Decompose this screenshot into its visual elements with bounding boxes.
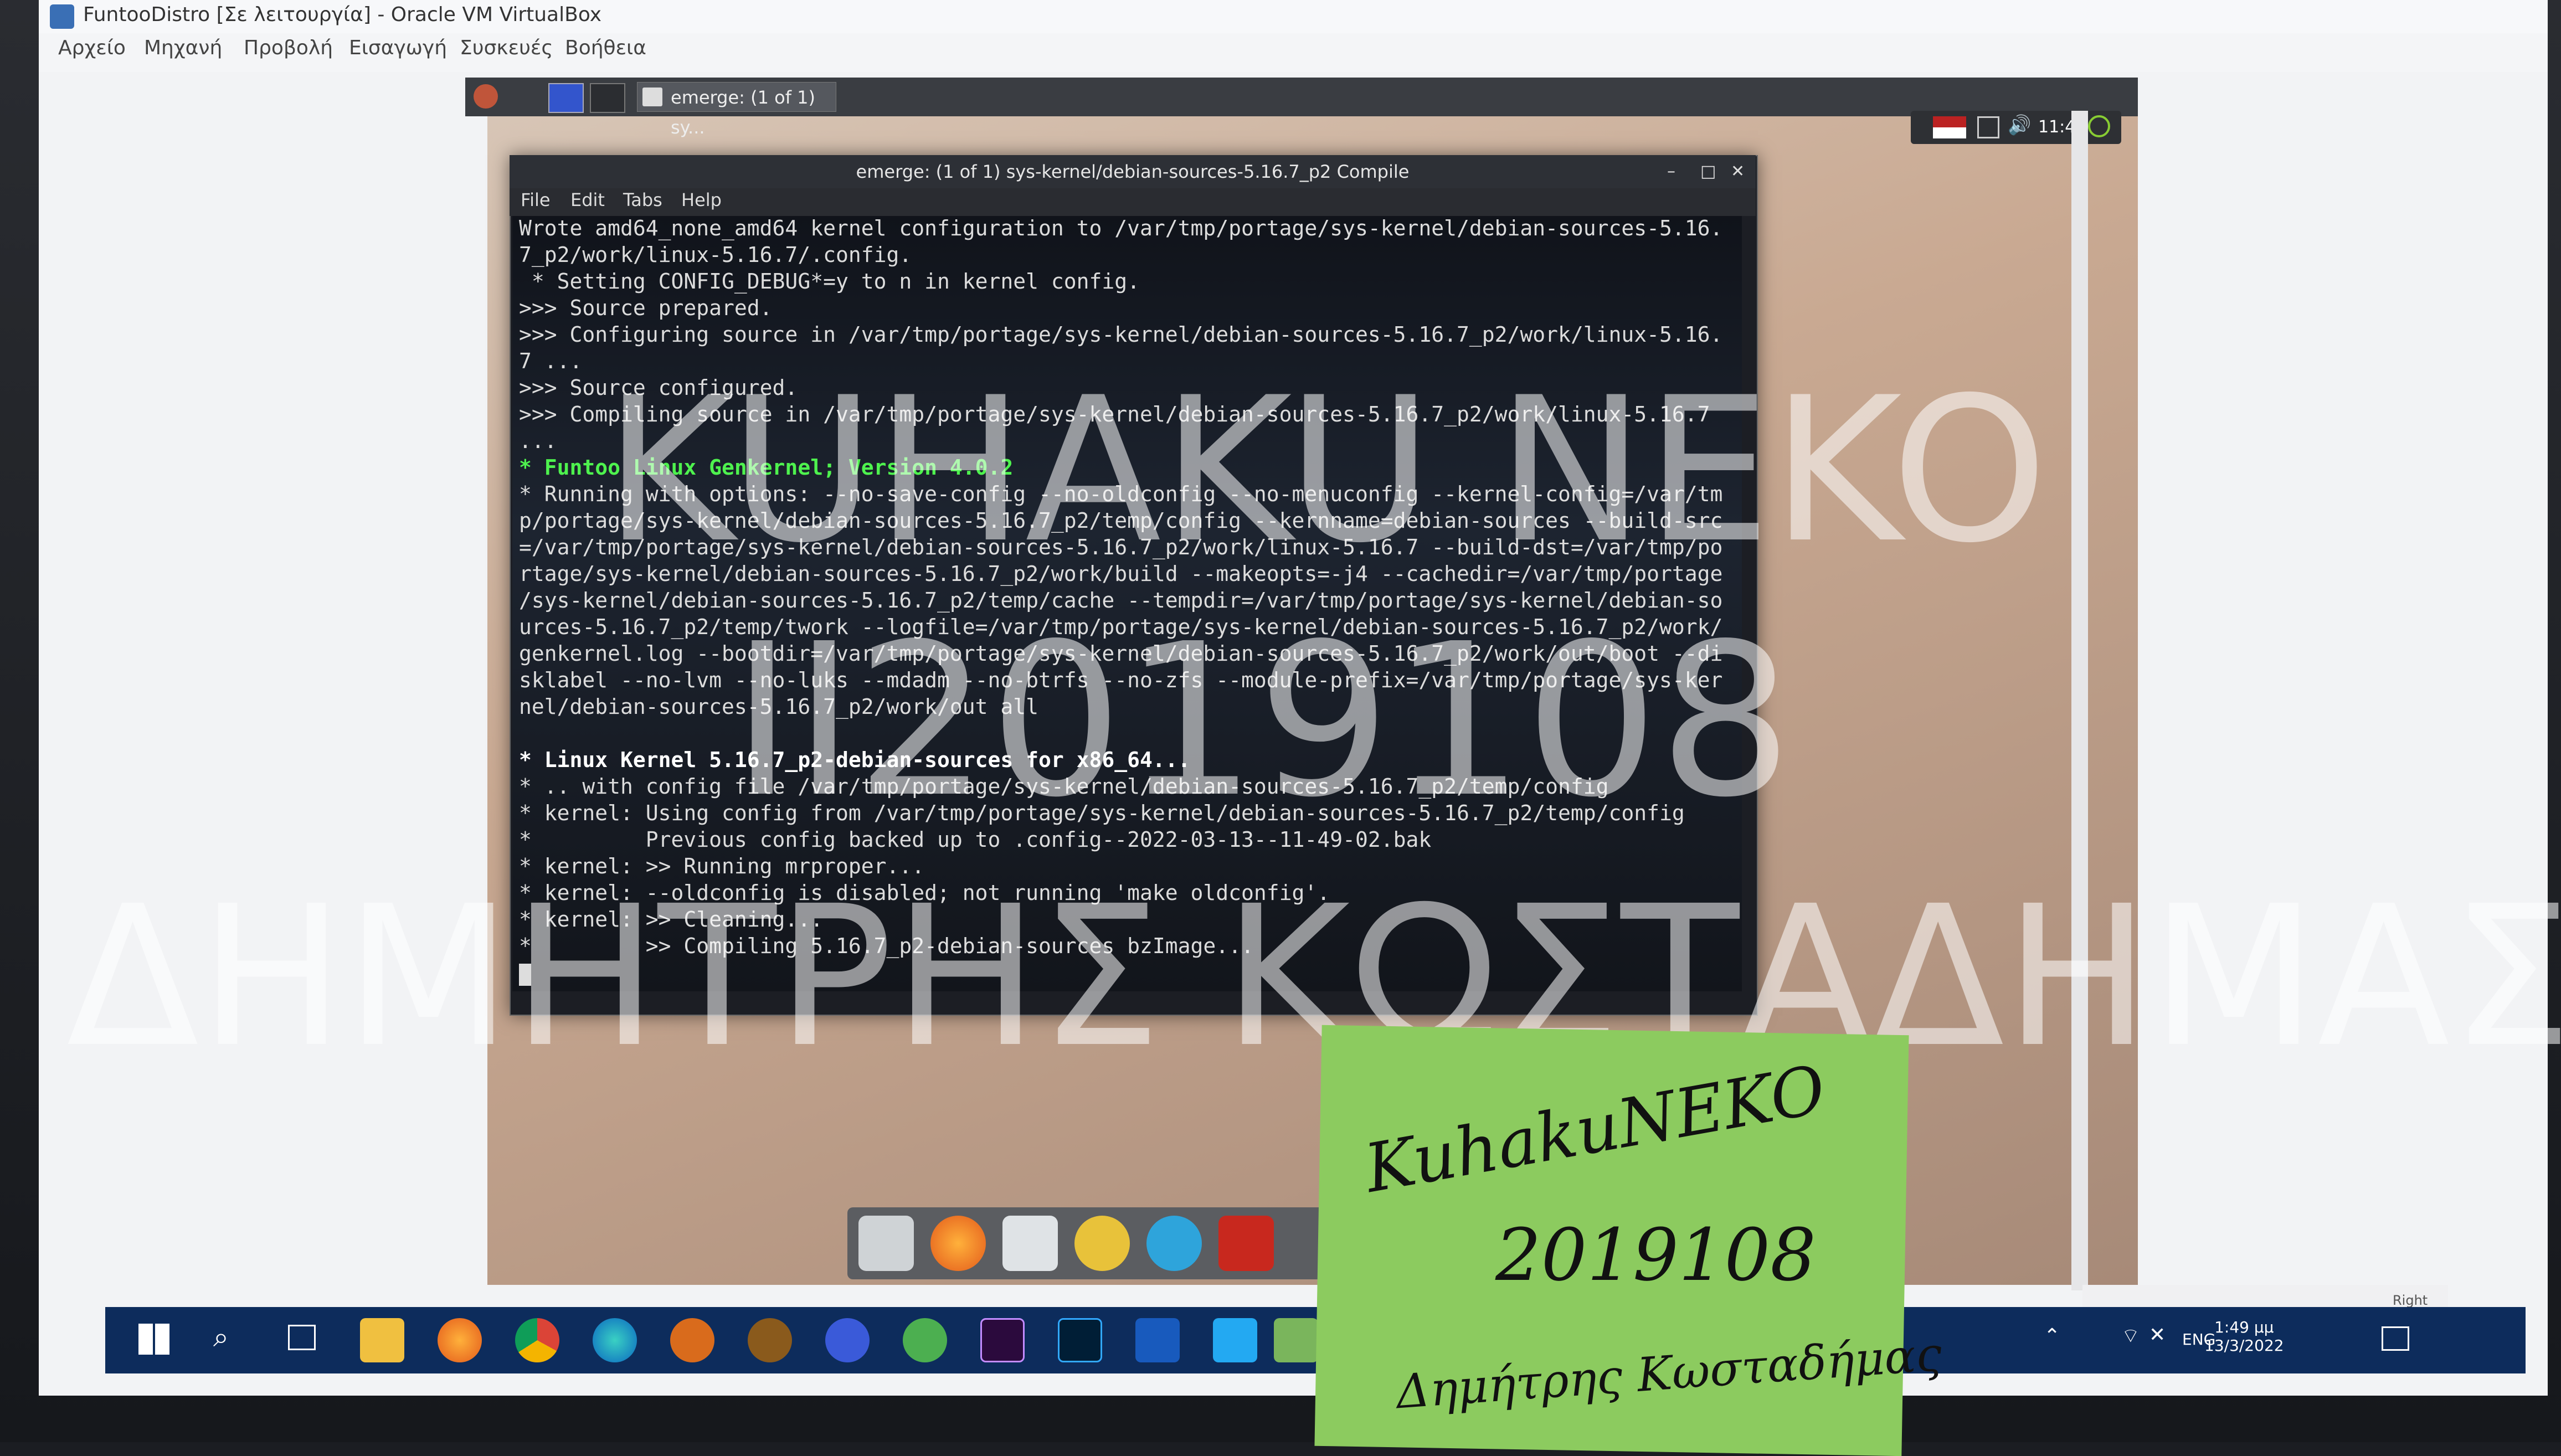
menu-input[interactable]: Εισαγωγή	[349, 37, 447, 59]
terminal-line: * Setting CONFIG_DEBUG*=y to n in kernel…	[519, 269, 1140, 294]
chevron-up-icon[interactable]: ⌃	[2044, 1325, 2060, 1347]
firefox-icon[interactable]	[930, 1216, 986, 1271]
us-flag-icon[interactable]	[1933, 116, 1966, 138]
terminal-menu-edit[interactable]: Edit	[570, 189, 605, 210]
terminal-menu-file[interactable]: File	[521, 189, 551, 210]
telegram-icon[interactable]	[1146, 1216, 1202, 1271]
funtoo-menu-icon[interactable]	[474, 84, 498, 109]
volume-icon[interactable]: 🔊	[2008, 114, 2031, 136]
filezilla-icon[interactable]	[1218, 1216, 1274, 1271]
app-icon-2[interactable]	[748, 1318, 792, 1362]
task-view-icon[interactable]	[288, 1325, 316, 1350]
windows-start-icon[interactable]	[138, 1324, 169, 1355]
watermark-line-2: II2019108	[731, 598, 1793, 843]
workspace-1-icon[interactable]	[548, 83, 584, 113]
terminal-line: ...	[519, 429, 557, 453]
terminal-line: >>> Source prepared.	[519, 296, 773, 320]
vscode-icon[interactable]	[1213, 1318, 1257, 1362]
terminal-line: >>> Configuring source in /var/tmp/porta…	[519, 322, 1723, 347]
premiere-icon[interactable]	[980, 1318, 1025, 1362]
watermark-line-1: KUHAKU NEKO	[604, 354, 2048, 586]
terminal-menu-tabs[interactable]: Tabs	[623, 189, 662, 210]
drive-icon[interactable]	[858, 1216, 914, 1271]
menu-machine[interactable]: Μηχανή	[144, 37, 222, 59]
menu-help[interactable]: Βοήθεια	[565, 37, 646, 59]
vm-scrollbar[interactable]	[2071, 111, 2088, 1290]
teapot-icon[interactable]	[1074, 1216, 1130, 1271]
chrome-icon[interactable]	[515, 1318, 559, 1362]
note-line-2: 2019108	[1495, 1213, 1816, 1297]
menu-view[interactable]: Προβολή	[244, 37, 333, 59]
clock-time: 1:49 μμ	[2214, 1318, 2274, 1336]
taskbar-emerge-window[interactable]: emerge: (1 of 1) sy...	[637, 82, 836, 138]
terminal-close-icon[interactable]: ✕	[1731, 162, 1745, 181]
virtualbox-icon	[50, 4, 74, 29]
notification-icon[interactable]	[2382, 1326, 2409, 1351]
app-icon-5[interactable]	[1274, 1318, 1318, 1362]
photoshop-icon[interactable]	[1058, 1318, 1102, 1362]
menu-devices[interactable]: Συσκευές	[460, 37, 553, 59]
watermark-line-3: ΔΗΜΗΤΡΗΣ ΚΩΣΤΑΔΗΜΑΣ	[66, 864, 2561, 1090]
terminal-line: 7 ...	[519, 349, 583, 373]
mute-icon[interactable]: ✕	[2149, 1324, 2166, 1346]
file-explorer-icon[interactable]	[360, 1318, 404, 1362]
app-icon-3[interactable]	[825, 1318, 870, 1362]
terminal-minimize-icon[interactable]: –	[1667, 162, 1675, 181]
search-icon[interactable]: ⌕	[213, 1321, 229, 1354]
system-clock[interactable]: 1:49 μμ 13/3/2022	[2204, 1318, 2284, 1355]
firefox-taskbar-icon[interactable]	[438, 1318, 482, 1362]
edge-icon[interactable]	[593, 1318, 637, 1362]
wifi-icon[interactable]: ⌔	[2121, 1324, 2140, 1349]
menu-file[interactable]: Αρχείο	[58, 37, 126, 59]
terminal-icon	[642, 88, 662, 106]
app-icon-4[interactable]	[903, 1318, 947, 1362]
terminal-line: Wrote amd64_none_amd64 kernel configurat…	[519, 216, 1723, 240]
network-icon[interactable]	[1977, 116, 1999, 138]
terminal-menu-help[interactable]: Help	[681, 189, 722, 210]
word-icon[interactable]	[1135, 1318, 1180, 1362]
app-icon-1[interactable]	[670, 1318, 714, 1362]
window-title: FuntooDistro [Σε λειτουργία] - Oracle VM…	[83, 3, 602, 26]
monitor-icon[interactable]	[1002, 1216, 1058, 1271]
workspace-2-icon[interactable]	[590, 83, 625, 113]
terminal-line: 7_p2/work/linux-5.16.7/.config.	[519, 243, 912, 267]
terminal-title: emerge: (1 of 1) sys-kernel/debian-sourc…	[510, 155, 1756, 188]
terminal-maximize-icon[interactable]: □	[1700, 162, 1716, 181]
update-icon[interactable]	[2088, 115, 2110, 137]
clock-date: 13/3/2022	[2204, 1336, 2284, 1355]
